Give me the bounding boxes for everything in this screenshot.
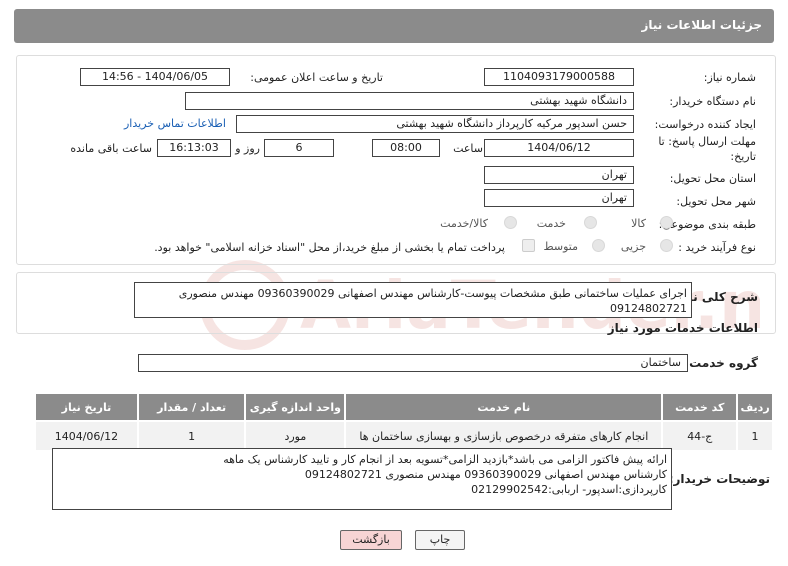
deadline-label-date: تاریخ: [730,150,756,163]
province-label: استان محل تحویل: [669,172,756,185]
cell-qty: 1 [136,420,247,452]
service-group-label: گروه خدمت: [684,356,758,370]
province-field: تهران [484,166,634,184]
col-unit: واحد اندازه گیری [244,392,347,422]
remaining-time-label: ساعت باقی مانده [70,142,152,155]
announce-date-label: تاریخ و ساعت اعلان عمومی: [250,71,383,84]
deadline-label: مهلت ارسال پاسخ: تا [658,135,756,148]
cell-unit: مورد [244,420,347,452]
creator-label: ایجاد کننده درخواست: [654,118,756,131]
buyer-notes-textarea[interactable]: ارائه پیش فاکتور الزامی می باشد*بازدید ا… [52,448,672,510]
category-label: طبقه بندی موضوعی: [658,218,756,231]
services-title: اطلاعات خدمات مورد نیاز [607,321,758,335]
days-field: 6 [264,139,334,157]
page-title: جزئیات اطلاعات نیاز [641,18,762,32]
cell-date: 1404/06/12 [34,420,139,452]
process-radio-minor[interactable] [660,239,673,252]
category-radio-goods[interactable] [660,216,673,229]
col-row: ردیف [736,392,774,422]
deadline-time-field: 08:00 [372,139,440,157]
city-label: شهر محل تحویل: [676,195,756,208]
remaining-time-field: 16:13:03 [157,139,231,157]
buyer-notes-label: توضیحات خریدار: [668,472,770,486]
buyer-notes-line-3: کارپردازی:اسدپور- اربابی:02129902542 [471,483,667,496]
print-button[interactable]: چاپ [415,530,465,550]
process-option-medium: متوسط [543,240,578,253]
table-row: 1 ج-44 انجام کارهای متفرقه درخصوص بازساز… [34,420,774,452]
deadline-date-field: 1404/06/12 [484,139,634,157]
city-field: تهران [484,189,634,207]
col-date: تاریخ نیاز [34,392,139,422]
announce-date-field: 1404/06/05 - 14:56 [80,68,230,86]
category-radio-goods-service[interactable] [504,216,517,229]
process-option-minor: جزیی [620,240,646,253]
buyer-contact-link[interactable]: اطلاعات تماس خریدار [124,117,226,130]
category-option-goods-service: کالا/خدمت [440,217,488,230]
cell-name: انجام کارهای متفرقه درخصوص بازسازی و بهس… [344,420,664,452]
need-info-frame [16,55,776,265]
days-label: روز و [235,142,260,155]
category-option-goods: کالا [631,217,646,230]
buyer-org-field: دانشگاه شهید بهشتی [185,92,634,110]
process-label: نوع فرآیند خرید : [678,241,756,254]
treasury-checkbox[interactable] [522,239,535,252]
page-header: جزئیات اطلاعات نیاز [14,9,774,43]
category-option-service: خدمت [536,217,566,230]
need-number-field: 1104093179000588 [484,68,634,86]
table-header-row: ردیف کد خدمت نام خدمت واحد اندازه گیری ت… [34,392,774,422]
creator-field: حسن اسدپور مرکیه کارپرداز دانشگاه شهید ب… [236,115,634,133]
deadline-time-label: ساعت [453,142,483,155]
col-code: کد خدمت [661,392,739,422]
col-name: نام خدمت [344,392,664,422]
buyer-notes-line-2: کارشناس مهندس اصفهانی 09360390029 مهندس … [304,468,667,481]
cell-row: 1 [736,420,774,452]
treasury-note: پرداخت تمام یا بخشی از مبلغ خرید،از محل … [154,241,505,254]
description-textarea[interactable]: اجرای عملیات ساختمانی طبق مشخصات پیوست-ک… [134,282,692,318]
col-qty: تعداد / مقدار [136,392,247,422]
need-number-label: شماره نیاز: [703,71,756,84]
category-radio-service[interactable] [584,216,597,229]
process-radio-medium[interactable] [592,239,605,252]
buyer-notes-line-1: ارائه پیش فاکتور الزامی می باشد*بازدید ا… [223,453,667,466]
buyer-org-label: نام دستگاه خریدار: [669,95,756,108]
back-button[interactable]: بازگشت [340,530,402,550]
services-table: ردیف کد خدمت نام خدمت واحد اندازه گیری ت… [34,392,774,452]
cell-code: ج-44 [661,420,739,452]
services-table-wrap: ردیف کد خدمت نام خدمت واحد اندازه گیری ت… [34,392,774,452]
service-group-field: ساختمان [138,354,688,372]
